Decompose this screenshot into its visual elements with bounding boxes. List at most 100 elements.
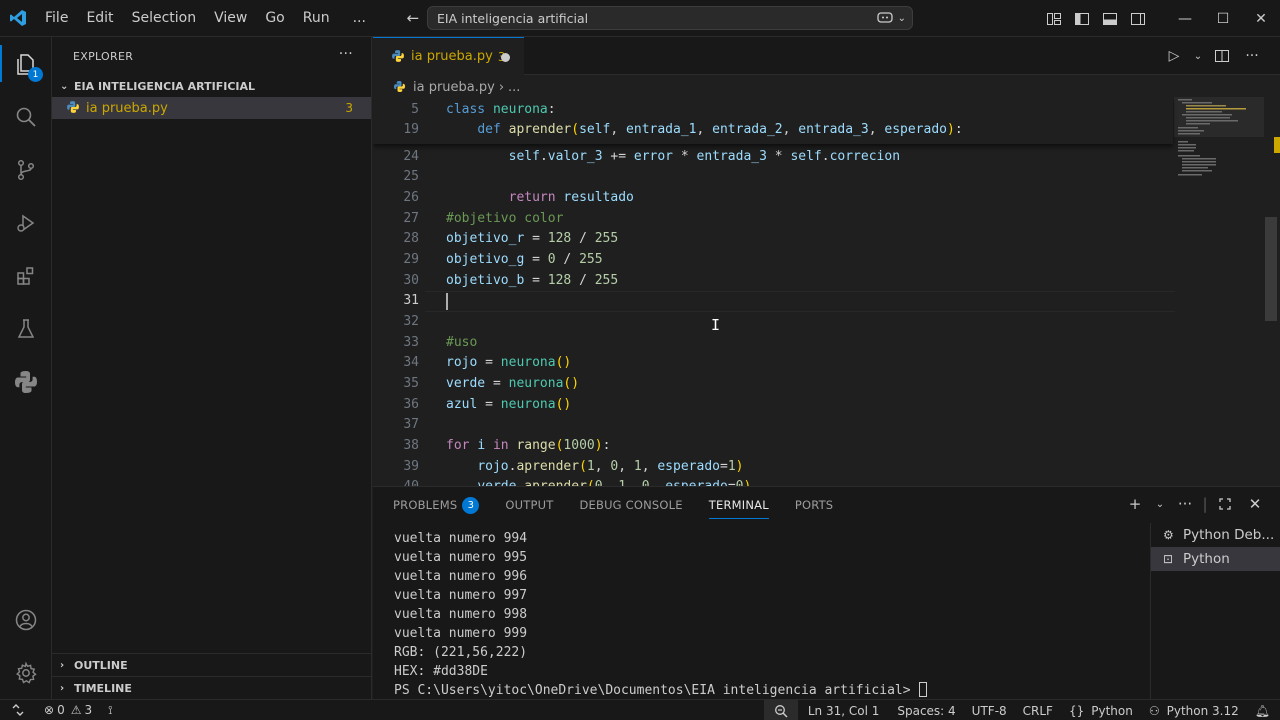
terminal-instance[interactable]: ⊡ Python [1151, 547, 1280, 571]
zoom-icon[interactable] [763, 700, 798, 720]
notifications-bell-icon[interactable]: 🔔︎ [1247, 704, 1280, 718]
python-icon[interactable] [0, 355, 52, 408]
code-line[interactable]: 36 azul = neurona() [373, 394, 1173, 415]
menu-selection[interactable]: Selection [123, 0, 206, 37]
code-line[interactable]: 31 [373, 291, 1173, 312]
tab-label: ia prueba.py [411, 49, 493, 64]
language-mode[interactable]: {} Python [1061, 704, 1141, 718]
tab-debug-console[interactable]: DEBUG CONSOLE [579, 487, 682, 523]
outline-section[interactable]: › OUTLINE [52, 653, 371, 676]
code-line[interactable]: 30 objetivo_b = 128 / 255 [373, 270, 1173, 291]
line-number: 19 [403, 122, 419, 138]
panel-tab-label: OUTPUT [505, 498, 554, 512]
sticky-line[interactable]: 19 def aprender(self, entrada_1, entrada… [373, 120, 1173, 141]
cursor-position[interactable]: Ln 31, Col 1 [798, 704, 890, 718]
line-content: verde.aprender(0, 1, 0, esperado=0) [446, 479, 751, 486]
tab-ports[interactable]: PORTS [795, 487, 833, 523]
code-line[interactable]: 34 rojo = neurona() [373, 353, 1173, 374]
extensions-icon[interactable] [0, 249, 52, 302]
close-panel-icon[interactable]: ✕ [1244, 493, 1266, 515]
terminal-dropdown-chevron-icon[interactable]: ⌄ [1154, 493, 1166, 515]
code-line[interactable]: 33 #uso [373, 332, 1173, 353]
tab-terminal[interactable]: TERMINAL [708, 487, 769, 523]
code-line[interactable]: 35 verde = neurona() [373, 373, 1173, 394]
toggle-primary-sidebar-icon[interactable] [1068, 5, 1096, 33]
status-bar: ⊗ 0 ⚠ 3 ⟟ Ln 31, Col 1 Spaces: 4 UTF-8 C… [0, 699, 1280, 720]
code-line[interactable]: 25 [373, 167, 1173, 188]
source-control-icon[interactable] [0, 143, 52, 196]
code-line[interactable]: 40 verde.aprender(0, 1, 0, esperado=0) [373, 476, 1173, 486]
indentation[interactable]: Spaces: 4 [889, 704, 963, 718]
settings-gear-icon[interactable] [0, 646, 52, 699]
copilot-icon[interactable] [876, 9, 894, 28]
chevron-down-icon[interactable]: ⌄ [898, 13, 906, 24]
code-line[interactable]: 26 return resultado [373, 187, 1173, 208]
run-debug-icon[interactable] [0, 196, 52, 249]
line-number: 5 [411, 101, 419, 117]
code-line[interactable]: 39 rojo.aprender(1, 0, 1, esperado=1) [373, 456, 1173, 477]
problems-badge: 3 [462, 496, 480, 514]
split-editor-icon[interactable] [1210, 44, 1234, 68]
unsaved-dot-icon[interactable] [501, 53, 510, 62]
python-env-icon: ⚇ [1148, 703, 1160, 718]
minimap[interactable] [1174, 97, 1264, 197]
folder-header[interactable]: ⌄ EIA INTELIGENCIA ARTIFICIAL [52, 75, 371, 97]
menu-file[interactable]: File [36, 0, 77, 37]
debug-run-icon[interactable]: ⟟ [100, 703, 120, 718]
testing-flask-icon[interactable] [0, 302, 52, 355]
warning-count: 3 [84, 703, 93, 717]
maximize-panel-icon[interactable] [1214, 493, 1236, 515]
terminal-output[interactable]: vuelta numero 994 vuelta numero 995 vuelta… [394, 529, 928, 700]
terminal-line: vuelta numero 996 [394, 569, 528, 584]
problems-status[interactable]: ⊗ 0 ⚠ 3 [36, 703, 100, 717]
code-editor[interactable]: 5 class neurona: 19 def aprender(self, ent… [373, 97, 1280, 486]
sticky-line[interactable]: 5 class neurona: [373, 99, 1173, 120]
error-icon: ⊗ [44, 703, 55, 717]
accounts-icon[interactable] [0, 593, 52, 646]
sticky-scroll[interactable]: 5 class neurona: 19 def aprender(self, ent… [373, 97, 1173, 144]
customize-layout-icon[interactable] [1040, 5, 1068, 33]
more-actions-icon[interactable]: ··· [1240, 44, 1264, 68]
code-line[interactable]: 29 objetivo_g = 0 / 255 [373, 249, 1173, 270]
menu-edit[interactable]: Edit [77, 0, 122, 37]
tab-ia-prueba[interactable]: ia prueba.py 3 [373, 37, 524, 75]
code-line[interactable]: 38 for i in range(1000): [373, 435, 1173, 456]
more-actions-icon[interactable]: ··· [339, 46, 353, 62]
toggle-secondary-sidebar-icon[interactable] [1124, 5, 1152, 33]
python-interpreter[interactable]: ⚇ Python 3.12 [1141, 704, 1247, 718]
menu-go[interactable]: Go [256, 0, 293, 37]
new-terminal-plus-icon[interactable]: + [1124, 493, 1146, 515]
back-arrow-icon[interactable]: ← [400, 5, 426, 31]
breadcrumb-more[interactable]: ... [508, 80, 520, 95]
run-dropdown-chevron-icon[interactable]: ⌄ [1192, 44, 1204, 68]
explorer-title: EXPLORER [73, 49, 134, 63]
code-line[interactable]: 37 [373, 414, 1173, 435]
terminal-name: Python Deb... [1183, 527, 1275, 543]
toggle-panel-icon[interactable] [1096, 5, 1124, 33]
code-line[interactable]: 32 [373, 311, 1173, 332]
vertical-scrollbar[interactable] [1265, 217, 1277, 321]
search-icon[interactable] [0, 90, 52, 143]
maximize-icon[interactable]: ☐ [1204, 0, 1242, 37]
minimize-icon[interactable]: — [1166, 0, 1204, 37]
breadcrumb-file[interactable]: ia prueba.py [413, 80, 495, 95]
command-center-search[interactable]: EIA inteligencia artificial ⌄ [427, 6, 913, 30]
tab-output[interactable]: OUTPUT [505, 487, 553, 523]
more-actions-icon[interactable]: ··· [1174, 493, 1196, 515]
encoding[interactable]: UTF-8 [964, 704, 1015, 718]
menu-more-button[interactable]: ... [339, 0, 380, 37]
code-line[interactable]: 27 #objetivo color [373, 208, 1173, 229]
run-python-file-icon[interactable]: ▷ [1162, 44, 1186, 68]
code-line[interactable]: 28 objetivo_r = 128 / 255 [373, 229, 1173, 250]
tab-problems[interactable]: PROBLEMS 3 [393, 487, 480, 523]
menu-view[interactable]: View [205, 0, 256, 37]
terminal-instance[interactable]: ⚙ Python Deb... [1151, 523, 1280, 547]
remote-indicator-icon[interactable] [0, 700, 36, 720]
line-endings[interactable]: CRLF [1015, 704, 1061, 718]
file-item-ia-prueba[interactable]: ia prueba.py 3 [52, 97, 371, 119]
close-window-icon[interactable]: ✕ [1242, 0, 1280, 37]
explorer-icon[interactable]: 1 [0, 37, 52, 90]
timeline-section[interactable]: › TIMELINE [52, 676, 371, 699]
menu-run[interactable]: Run [294, 0, 339, 37]
code-line[interactable]: 24 self.valor_3 += error * entrada_3 * s… [373, 146, 1173, 167]
